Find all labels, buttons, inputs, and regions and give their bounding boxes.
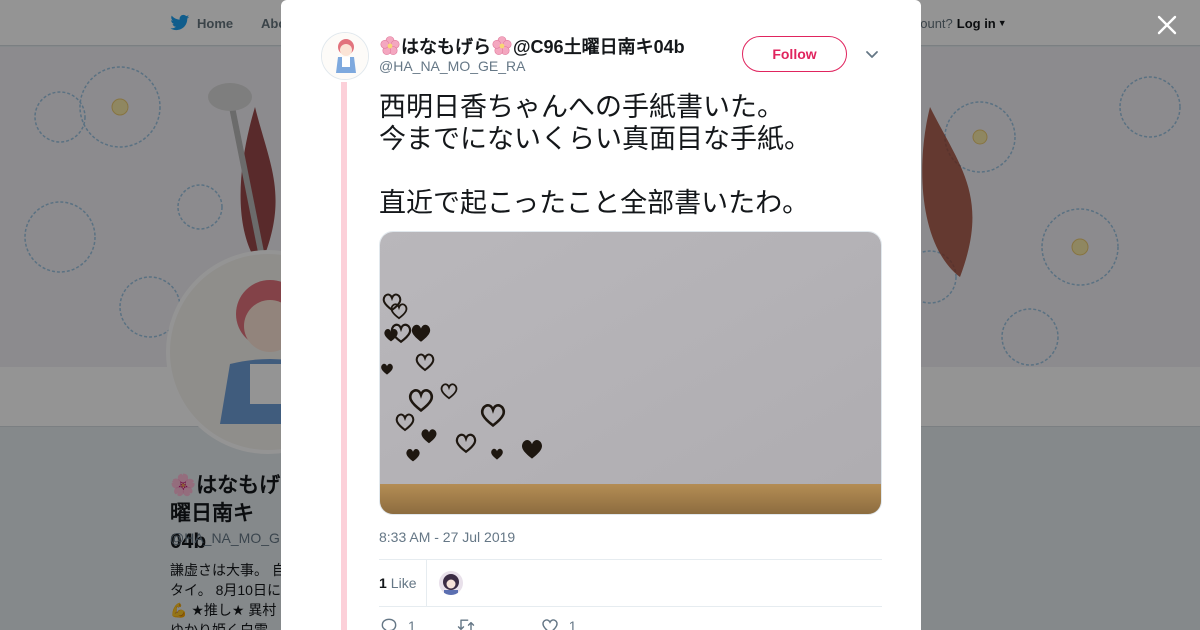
reply-button[interactable]: 1 [379,616,416,630]
tweet-line: 西明日香ちゃんへの手紙書いた。 [379,92,784,123]
tweet-text: 西明日香ちゃんへの手紙書いた。 今までにないくらい真面目な手紙。 直近で起こった… [379,92,879,220]
tweet-line-blank [379,156,879,188]
divider [379,606,882,607]
author-name[interactable]: はなもげら @C96土曜日南キ04b [379,33,685,59]
like-button[interactable]: 1 [540,616,577,630]
author-handle[interactable]: @HA_NA_MO_GE_RA [379,58,525,74]
likes-count[interactable]: 1 [379,575,387,591]
tweet-photo[interactable] [379,231,882,515]
tweet-modal: はなもげら @C96土曜日南キ04b @HA_NA_MO_GE_RA Follo… [281,0,921,630]
photo-letter-with-hearts [380,232,881,514]
thread-line [341,82,347,630]
reply-icon [381,618,397,630]
author-name-suffix: @C96土曜日南キ04b [513,37,685,57]
cherry-blossom-icon [380,36,400,55]
author-name-text: はなもげら [401,37,491,57]
liker-avatar-image [439,571,464,595]
tweet-line: 今までにないくらい真面目な手紙。 [379,124,811,155]
tweet-actions: 1 1 [379,616,577,630]
likes-label[interactable]: Like [391,575,417,591]
chevron-down-icon[interactable] [863,45,881,63]
heart-icon [542,619,558,630]
tweet-line: 直近で起こったこと全部書いたわ。 [379,188,810,219]
tweet-timestamp[interactable]: 8:33 AM - 27 Jul 2019 [379,529,515,545]
follow-button[interactable]: Follow [742,36,847,72]
close-icon[interactable] [1152,10,1182,40]
retweet-icon [457,619,475,630]
like-count: 1 [568,618,577,630]
cherry-blossom-icon [492,36,512,55]
likes-separator [426,560,428,606]
avatar-image [322,33,368,79]
likes-row: 1 Like [379,560,882,606]
reply-count: 1 [408,618,416,630]
liker-avatar[interactable] [439,571,464,595]
retweet-button[interactable] [456,616,485,630]
author-avatar[interactable] [321,32,369,80]
